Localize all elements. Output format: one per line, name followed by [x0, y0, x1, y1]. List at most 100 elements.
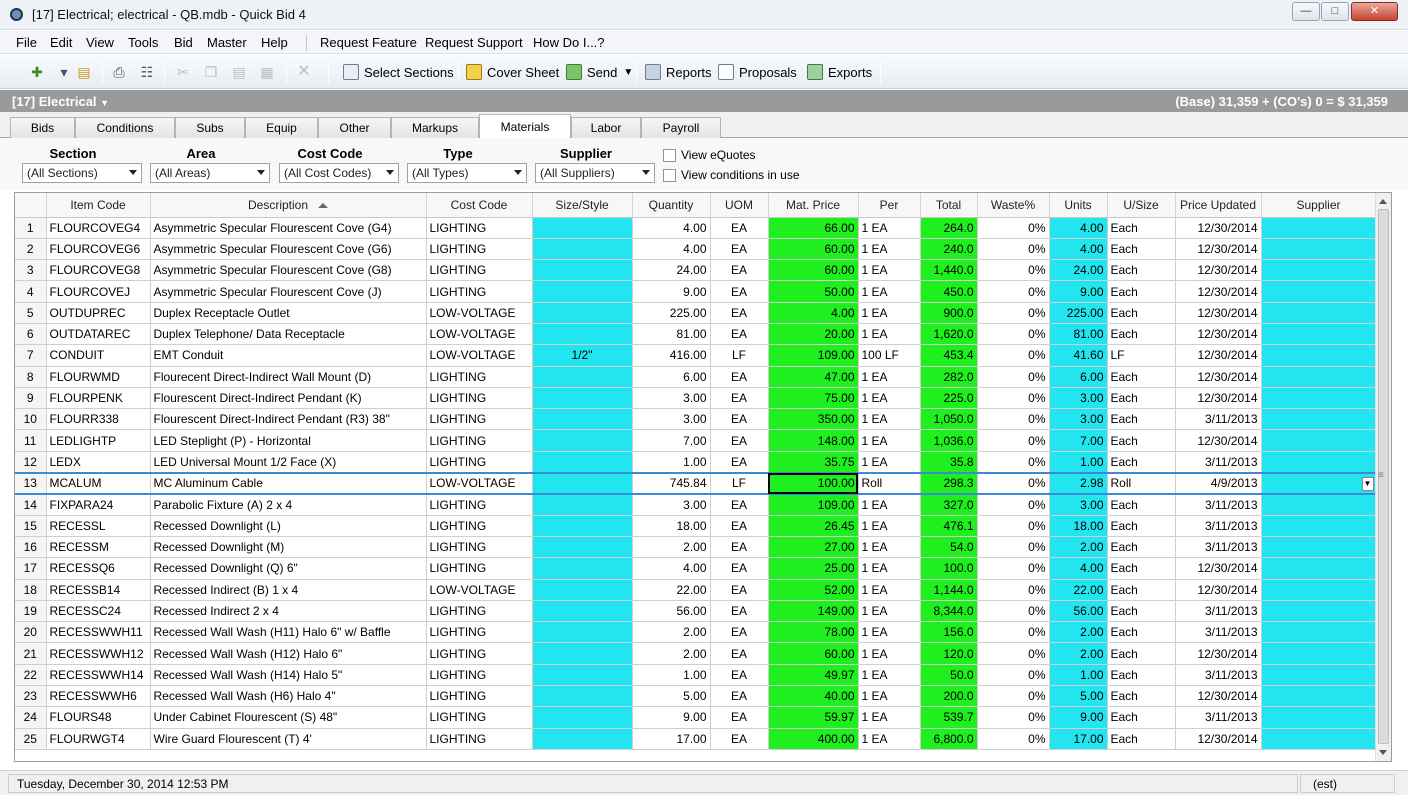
waste-cell[interactable]: 0% [977, 451, 1050, 474]
price-updated-cell[interactable]: 12/30/2014 [1175, 323, 1262, 346]
description-cell[interactable]: LED Steplight (P) - Horizontal [150, 429, 427, 452]
supplier-cell[interactable] [1261, 536, 1377, 559]
send-dropdown-icon[interactable]: ▼ [623, 67, 633, 78]
description-cell[interactable]: Recessed Wall Wash (H11) Halo 6" w/ Baff… [150, 621, 427, 644]
row-number-cell[interactable]: 20 [15, 621, 47, 644]
section-selector[interactable]: [17] Electrical ▼ [12, 94, 109, 109]
size-style-cell[interactable] [532, 642, 633, 665]
uom-cell[interactable]: EA [710, 366, 769, 388]
supplier-cell[interactable] [1261, 387, 1377, 410]
units-cell[interactable]: 3.00 [1049, 493, 1108, 516]
description-cell[interactable]: Duplex Receptacle Outlet [150, 302, 427, 324]
price-updated-cell[interactable]: 3/11/2013 [1175, 515, 1262, 537]
cost-code-cell[interactable]: LIGHTING [426, 685, 533, 708]
price-updated-cell[interactable]: 12/30/2014 [1175, 217, 1262, 239]
price-updated-cell[interactable]: 3/11/2013 [1175, 451, 1262, 474]
description-cell[interactable]: Under Cabinet Flourescent (S) 48" [150, 706, 427, 729]
price-updated-cell[interactable]: 3/11/2013 [1175, 536, 1262, 559]
mat-price-cell[interactable]: 35.75 [768, 451, 859, 474]
total-cell[interactable]: 50.0 [920, 664, 978, 687]
item-code-cell[interactable]: CONDUIT [46, 344, 151, 367]
row-number-cell[interactable]: 15 [15, 515, 47, 537]
tab-subs[interactable]: Subs [175, 117, 245, 138]
column-header[interactable]: UOM [710, 193, 769, 218]
quantity-cell[interactable]: 9.00 [632, 706, 711, 729]
menu-file[interactable]: File [16, 35, 37, 50]
item-code-cell[interactable]: MCALUM [46, 471, 151, 495]
print-icon[interactable]: ⎙ [110, 63, 128, 81]
mat-price-cell[interactable]: 26.45 [768, 515, 859, 537]
table-row[interactable]: 13 MCALUM MC Aluminum Cable LOW-VOLTAGE 745.… [15, 471, 1377, 495]
uom-cell[interactable]: EA [710, 557, 769, 580]
size-style-cell[interactable] [532, 579, 633, 601]
supplier-cell[interactable] [1261, 579, 1377, 601]
price-updated-cell[interactable]: 4/9/2013 [1175, 471, 1262, 495]
mat-price-cell[interactable]: 400.00 [768, 728, 859, 750]
cost-code-filter[interactable]: (All Cost Codes) [279, 163, 399, 183]
description-cell[interactable]: Parabolic Fixture (A) 2 x 4 [150, 493, 427, 516]
mat-price-cell[interactable]: 60.00 [768, 259, 859, 282]
per-cell[interactable]: 100 LF [858, 344, 921, 367]
row-number-cell[interactable]: 21 [15, 642, 47, 665]
total-cell[interactable]: 200.0 [920, 685, 978, 708]
tab-materials[interactable]: Materials [479, 114, 571, 139]
item-code-cell[interactable]: RECESSL [46, 515, 151, 537]
waste-cell[interactable]: 0% [977, 471, 1050, 495]
row-number-cell[interactable]: 11 [15, 429, 47, 452]
column-header[interactable]: Mat. Price [768, 193, 859, 218]
price-updated-cell[interactable]: 3/11/2013 [1175, 493, 1262, 516]
waste-cell[interactable]: 0% [977, 557, 1050, 580]
units-cell[interactable]: 6.00 [1049, 366, 1108, 388]
table-row[interactable]: 8 FLOURWMD Flourecent Direct-Indirect Wall… [15, 366, 1377, 388]
per-cell[interactable]: 1 EA [858, 302, 921, 324]
mat-price-cell[interactable]: 60.00 [768, 642, 859, 665]
quantity-cell[interactable]: 17.00 [632, 728, 711, 750]
units-cell[interactable]: 1.00 [1049, 664, 1108, 687]
units-cell[interactable]: 1.00 [1049, 451, 1108, 474]
mat-price-cell[interactable]: 60.00 [768, 238, 859, 261]
unit-size-cell[interactable]: Each [1107, 621, 1176, 644]
units-cell[interactable]: 2.98 [1049, 471, 1108, 495]
supplier-cell[interactable] [1261, 344, 1377, 367]
quantity-cell[interactable]: 9.00 [632, 280, 711, 303]
table-row[interactable]: 7 CONDUIT EMT Conduit LOW-VOLTAGE 1/2" 416.00… [15, 344, 1377, 367]
per-cell[interactable]: 1 EA [858, 451, 921, 474]
waste-cell[interactable]: 0% [977, 706, 1050, 729]
supplier-cell[interactable] [1261, 600, 1377, 623]
quantity-cell[interactable]: 56.00 [632, 600, 711, 623]
uom-cell[interactable]: EA [710, 429, 769, 452]
uom-cell[interactable]: EA [710, 493, 769, 516]
price-updated-cell[interactable]: 12/30/2014 [1175, 387, 1262, 410]
waste-cell[interactable]: 0% [977, 280, 1050, 303]
per-cell[interactable]: 1 EA [858, 664, 921, 687]
splitter-grip-icon[interactable]: ≡ [1378, 470, 1384, 481]
unit-size-cell[interactable]: Roll [1107, 471, 1176, 495]
per-cell[interactable]: 1 EA [858, 515, 921, 537]
description-cell[interactable]: EMT Conduit [150, 344, 427, 367]
per-cell[interactable]: 1 EA [858, 387, 921, 410]
supplier-cell[interactable] [1261, 728, 1377, 750]
waste-cell[interactable]: 0% [977, 536, 1050, 559]
waste-cell[interactable]: 0% [977, 344, 1050, 367]
uom-cell[interactable]: EA [710, 600, 769, 623]
total-cell[interactable]: 35.8 [920, 451, 978, 474]
price-updated-cell[interactable]: 12/30/2014 [1175, 557, 1262, 580]
table-row[interactable]: 23 RECESSWWH6 Recessed Wall Wash (H6) Halo… [15, 685, 1377, 708]
units-cell[interactable]: 3.00 [1049, 408, 1108, 431]
column-header[interactable]: Description [150, 193, 427, 218]
units-cell[interactable]: 9.00 [1049, 280, 1108, 303]
mat-price-cell[interactable]: 148.00 [768, 429, 859, 452]
paste-special-icon[interactable]: ▦ [258, 63, 276, 81]
item-code-cell[interactable]: OUTDATAREC [46, 323, 151, 346]
supplier-cell[interactable] [1261, 429, 1377, 452]
description-cell[interactable]: MC Aluminum Cable [150, 471, 427, 495]
cost-code-cell[interactable]: LIGHTING [426, 557, 533, 580]
mat-price-cell[interactable]: 78.00 [768, 621, 859, 644]
table-row[interactable]: 24 FLOURS48 Under Cabinet Flourescent (S) … [15, 706, 1377, 729]
unit-size-cell[interactable]: Each [1107, 536, 1176, 559]
table-row[interactable]: 16 RECESSM Recessed Downlight (M) LIGHTING 2… [15, 536, 1377, 559]
description-cell[interactable]: Recessed Downlight (M) [150, 536, 427, 559]
unit-size-cell[interactable]: Each [1107, 706, 1176, 729]
waste-cell[interactable]: 0% [977, 579, 1050, 601]
quantity-cell[interactable]: 4.00 [632, 217, 711, 239]
